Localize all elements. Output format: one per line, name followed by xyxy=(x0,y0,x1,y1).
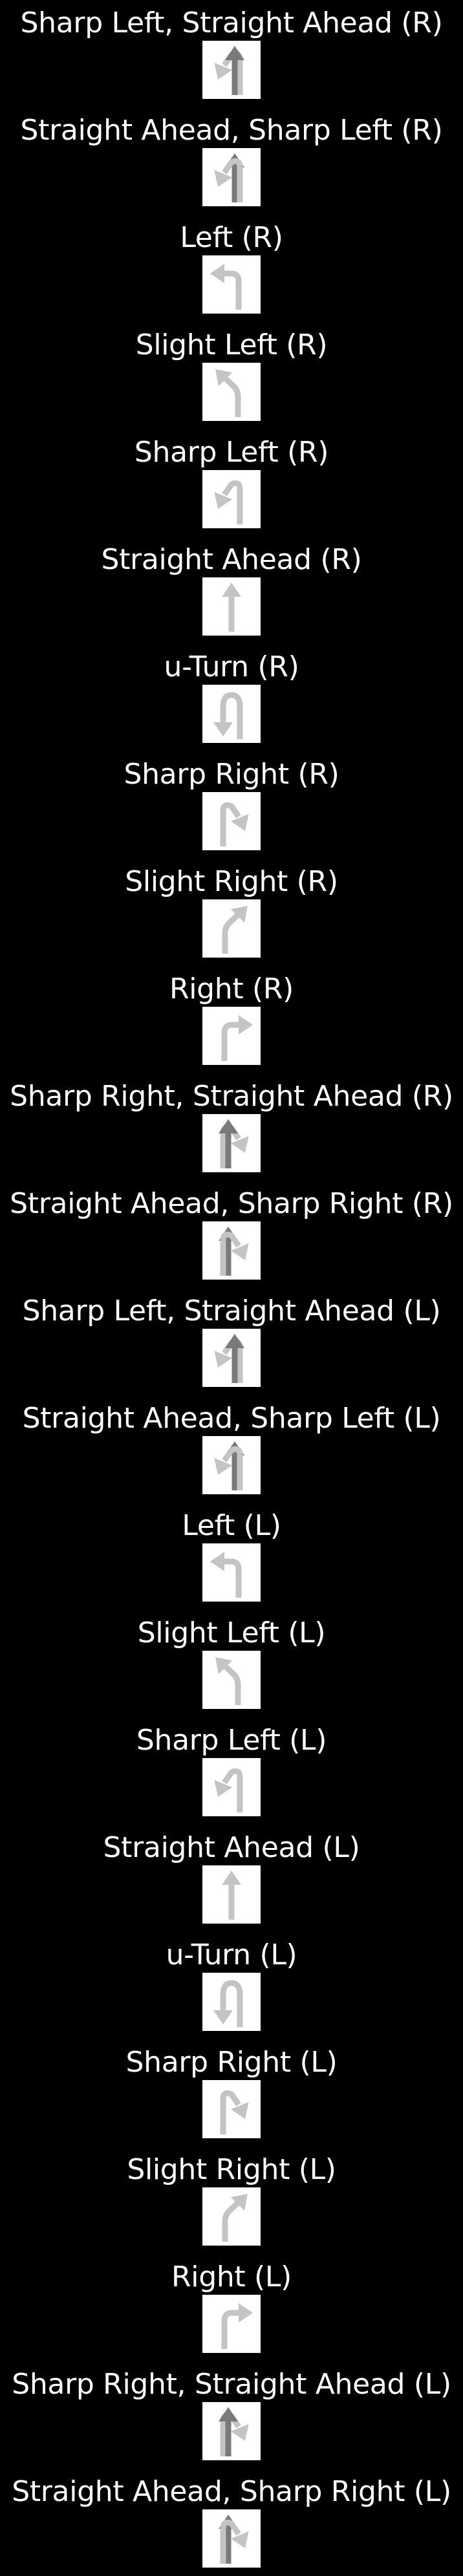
maneuver-icon-tile xyxy=(202,148,261,206)
slight-left-icon xyxy=(215,369,241,417)
maneuver-icon-tile xyxy=(202,2295,261,2353)
maneuver-item: Right (L) xyxy=(0,2254,463,2361)
maneuver-label: Straight Ahead, Sharp Left (L) xyxy=(22,1402,441,1435)
maneuver-icon-tile xyxy=(202,2187,261,2246)
sharp-right-straight-ahead-icon xyxy=(219,2407,249,2456)
sharp-right-icon xyxy=(220,2090,249,2134)
maneuver-label: Slight Right (L) xyxy=(127,2153,336,2186)
slight-right-icon xyxy=(222,906,248,954)
maneuver-label: Straight Ahead, Sharp Left (R) xyxy=(20,114,443,147)
maneuver-icon-tile xyxy=(202,1865,261,1924)
maneuver-label: Slight Left (L) xyxy=(137,1616,326,1649)
sharp-left-straight-ahead-icon xyxy=(214,1334,244,1383)
maneuver-item: Sharp Left, Straight Ahead (L) xyxy=(0,1288,463,1395)
maneuver-item: Sharp Right (L) xyxy=(0,2039,463,2147)
maneuver-icon-tile xyxy=(202,1758,261,1816)
maneuver-item: Sharp Left (R) xyxy=(0,429,463,537)
maneuver-label: Sharp Right, Straight Ahead (L) xyxy=(12,2368,451,2401)
maneuver-label: Straight Ahead, Sharp Right (R) xyxy=(10,1187,453,1220)
sharp-left-icon xyxy=(214,1768,243,1812)
maneuver-item: Straight Ahead (R) xyxy=(0,537,463,644)
maneuver-icon-tile xyxy=(202,1114,261,1172)
maneuver-icon-tile xyxy=(202,792,261,850)
straight-ahead-icon xyxy=(222,583,241,632)
maneuver-icon-tile xyxy=(202,363,261,421)
maneuver-item: Left (L) xyxy=(0,1503,463,1610)
maneuver-item: Sharp Left (L) xyxy=(0,1717,463,1825)
maneuver-item: Left (R) xyxy=(0,215,463,322)
sharp-left-icon xyxy=(214,480,243,524)
straight-ahead-sharp-right-icon xyxy=(219,1227,249,1276)
maneuver-item: Straight Ahead, Sharp Left (R) xyxy=(0,107,463,215)
maneuver-label: Slight Right (R) xyxy=(125,865,338,898)
maneuver-item: Slight Left (L) xyxy=(0,1610,463,1717)
maneuver-label: Straight Ahead (L) xyxy=(103,1831,360,1864)
maneuver-icon-tile xyxy=(202,2080,261,2138)
left-icon xyxy=(210,264,242,310)
maneuver-icon-tile xyxy=(202,2509,261,2568)
maneuver-item: Slight Right (L) xyxy=(0,2147,463,2254)
maneuver-item: Sharp Right (R) xyxy=(0,751,463,859)
maneuver-icon-tile xyxy=(202,577,261,636)
sharp-right-icon xyxy=(220,802,249,846)
maneuver-label: Right (R) xyxy=(169,972,294,1005)
maneuver-item: Slight Left (R) xyxy=(0,322,463,429)
maneuver-icon-tile xyxy=(202,1221,261,1280)
maneuver-label: Straight Ahead (R) xyxy=(101,543,362,576)
maneuver-item: Slight Right (R) xyxy=(0,859,463,966)
maneuver-label: Left (R) xyxy=(180,221,283,254)
straight-ahead-sharp-left-icon xyxy=(214,1441,244,1490)
maneuver-label: Left (L) xyxy=(182,1509,281,1542)
maneuver-icon-tile xyxy=(202,1651,261,1709)
right-icon xyxy=(221,2303,253,2349)
maneuver-icon-tile xyxy=(202,1436,261,1494)
maneuver-icon-tile xyxy=(202,2402,261,2460)
maneuver-label: Sharp Right (R) xyxy=(124,758,339,791)
straight-ahead-icon xyxy=(222,1871,241,1920)
maneuver-icon-tile xyxy=(202,470,261,528)
maneuver-label: Sharp Left, Straight Ahead (L) xyxy=(22,1294,441,1327)
maneuver-icon-tile xyxy=(202,1543,261,1602)
maneuver-label: u-Turn (R) xyxy=(164,650,299,683)
maneuver-item: u-Turn (R) xyxy=(0,644,463,751)
maneuver-label: Right (L) xyxy=(171,2260,292,2293)
maneuver-label: Sharp Left (L) xyxy=(136,1724,327,1757)
maneuver-item: Right (R) xyxy=(0,966,463,1073)
maneuver-icon-tile xyxy=(202,685,261,743)
sharp-left-straight-ahead-icon xyxy=(214,46,244,95)
maneuver-item: Sharp Right, Straight Ahead (L) xyxy=(0,2361,463,2469)
maneuver-item: Straight Ahead, Sharp Right (L) xyxy=(0,2469,463,2576)
maneuver-label: Sharp Left (R) xyxy=(134,436,329,469)
slight-left-icon xyxy=(215,1657,241,1705)
maneuver-item: Straight Ahead, Sharp Left (L) xyxy=(0,1395,463,1503)
maneuver-item: Straight Ahead (L) xyxy=(0,1825,463,1932)
maneuver-label: Sharp Right, Straight Ahead (R) xyxy=(10,1080,453,1113)
sharp-right-straight-ahead-icon xyxy=(219,1119,249,1168)
maneuver-icon-tile xyxy=(202,1007,261,1065)
u-turn-icon xyxy=(213,1980,243,2027)
maneuver-label: Straight Ahead, Sharp Right (L) xyxy=(12,2475,451,2508)
maneuver-icon-tile xyxy=(202,1329,261,1387)
left-icon xyxy=(210,1552,242,1598)
maneuver-label: Sharp Left, Straight Ahead (R) xyxy=(20,6,443,39)
u-turn-icon xyxy=(213,692,243,739)
maneuver-icon-tile xyxy=(202,41,261,99)
maneuver-item: Sharp Left, Straight Ahead (R) xyxy=(0,0,463,107)
maneuver-item: Sharp Right, Straight Ahead (R) xyxy=(0,1073,463,1181)
maneuver-icon-tile xyxy=(202,255,261,314)
maneuver-list: Sharp Left, Straight Ahead (R) Straight A… xyxy=(0,0,463,2568)
slight-right-icon xyxy=(222,2194,248,2242)
maneuver-label: Slight Left (R) xyxy=(135,328,328,361)
maneuver-icon-tile xyxy=(202,899,261,958)
straight-ahead-sharp-right-icon xyxy=(219,2515,249,2564)
maneuver-item: Straight Ahead, Sharp Right (R) xyxy=(0,1181,463,1288)
right-icon xyxy=(221,1015,253,1061)
maneuver-label: Sharp Right (L) xyxy=(125,2046,338,2079)
maneuver-icon-tile xyxy=(202,1973,261,2031)
maneuver-item: u-Turn (L) xyxy=(0,1932,463,2039)
maneuver-label: u-Turn (L) xyxy=(166,1938,297,1971)
straight-ahead-sharp-left-icon xyxy=(214,153,244,202)
